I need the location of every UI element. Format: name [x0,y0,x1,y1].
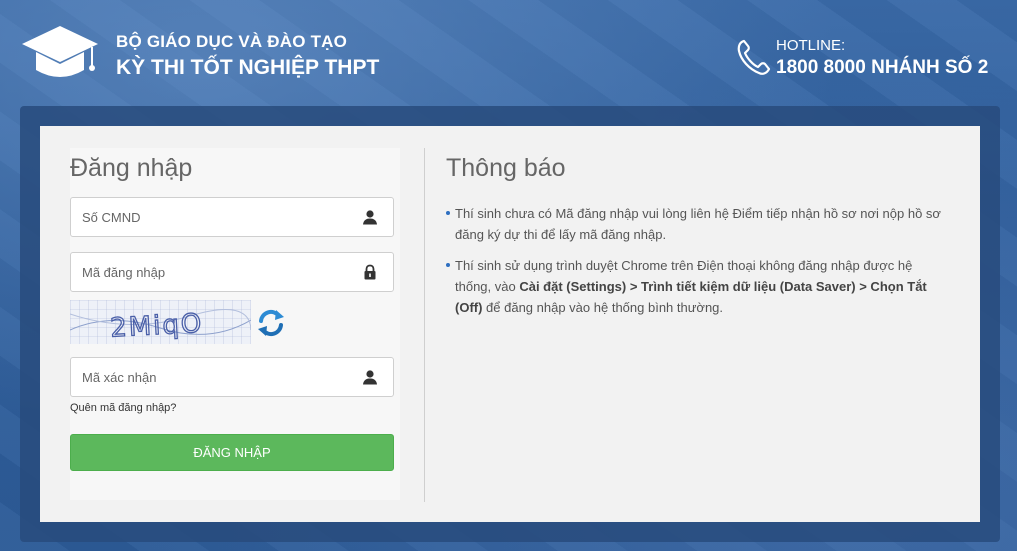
login-code-field[interactable] [70,252,394,292]
bullet-icon [446,211,450,215]
notice-item-text: để đăng nhập vào hệ thống bình thường. [482,300,724,315]
phone-icon [737,39,771,75]
login-title: Đăng nhập [70,154,193,182]
verification-code-field[interactable] [70,357,394,397]
captcha-text: 2MiqO [109,309,204,344]
lock-icon [364,264,376,280]
list-item: Thí sinh sử dụng trình duyệt Chrome trên… [446,255,946,318]
section-divider [424,148,425,502]
site-header: BỘ GIÁO DỤC VÀ ĐÀO TẠO KỲ THI TỐT NGHIỆP… [0,0,1017,106]
graduation-cap-icon [22,26,98,77]
login-button[interactable]: ĐĂNG NHẬP [70,434,394,471]
notice-title: Thông báo [446,154,566,182]
user-icon [363,370,377,385]
refresh-icon[interactable] [256,308,286,338]
exam-name: KỲ THI TỐT NGHIỆP THPT [116,56,380,79]
hotline-number: 1800 8000 NHÁNH SỐ 2 [776,57,989,78]
captcha-image: 2MiqO [70,300,251,344]
notice-list: Thí sinh chưa có Mã đăng nhập vui lòng l… [446,203,946,328]
id-number-field[interactable] [70,197,394,237]
list-item: Thí sinh chưa có Mã đăng nhập vui lòng l… [446,203,946,245]
login-code-input[interactable] [71,253,361,291]
user-icon [363,210,377,225]
verification-code-input[interactable] [71,358,361,396]
org-name: BỘ GIÁO DỤC VÀ ĐÀO TẠO [116,32,348,51]
id-number-input[interactable] [71,198,361,236]
bullet-icon [446,263,450,267]
forgot-code-link[interactable]: Quên mã đăng nhập? [70,402,176,414]
hotline-label: HOTLINE: [776,37,846,54]
notice-item-text: Thí sinh chưa có Mã đăng nhập vui lòng l… [455,206,941,242]
